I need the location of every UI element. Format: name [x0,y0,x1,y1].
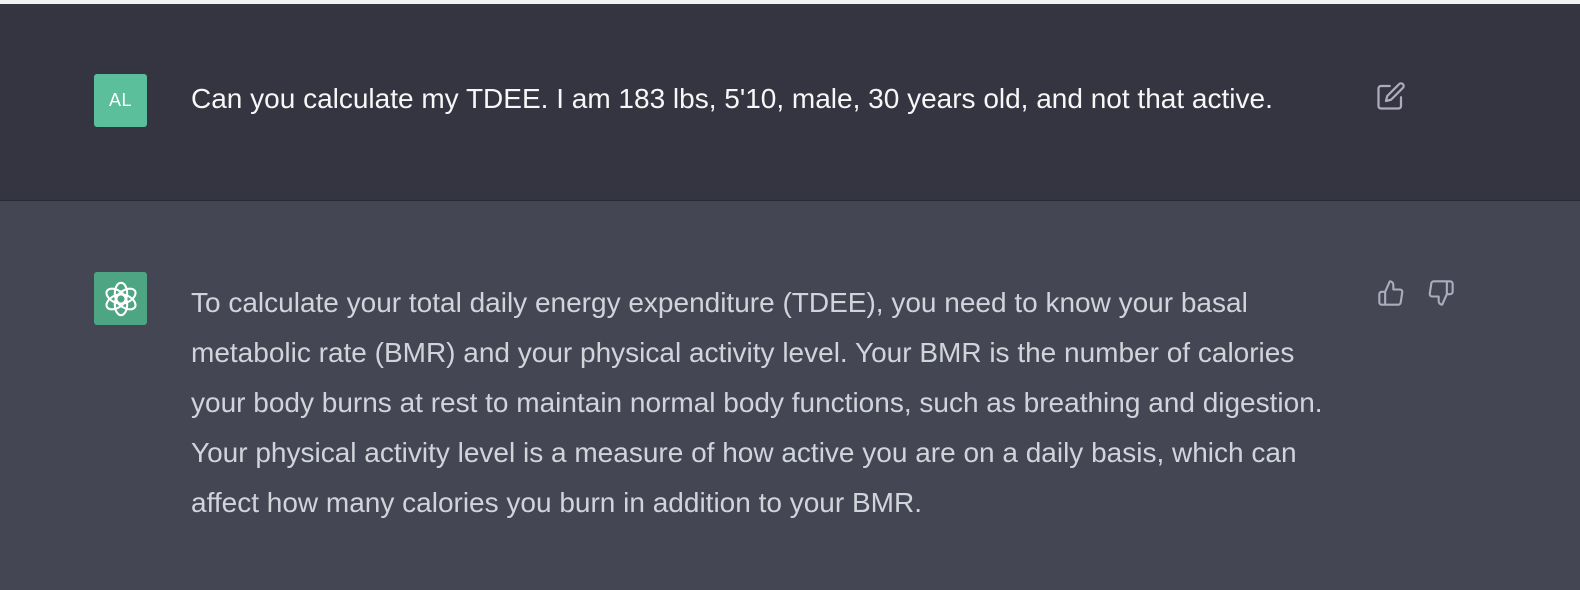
thumbs-up-icon [1378,280,1404,306]
thumbs-down-button[interactable] [1425,277,1457,309]
edit-icon [1377,82,1405,110]
assistant-message-row: To calculate your total daily energy exp… [0,201,1580,590]
thumbs-up-button[interactable] [1375,277,1407,309]
openai-logo-icon [104,281,137,316]
user-avatar-initials: AL [108,90,133,110]
user-message-text: Can you calculate my TDEE. I am 183 lbs,… [191,83,1273,114]
thumbs-down-icon [1428,280,1454,306]
edit-message-button[interactable] [1375,80,1407,112]
user-avatar: AL [94,74,147,127]
assistant-avatar [94,272,147,325]
user-message-row: AL Can you calculate my TDEE. I am 183 l… [0,4,1580,201]
assistant-message-text: To calculate your total daily energy exp… [191,287,1323,518]
